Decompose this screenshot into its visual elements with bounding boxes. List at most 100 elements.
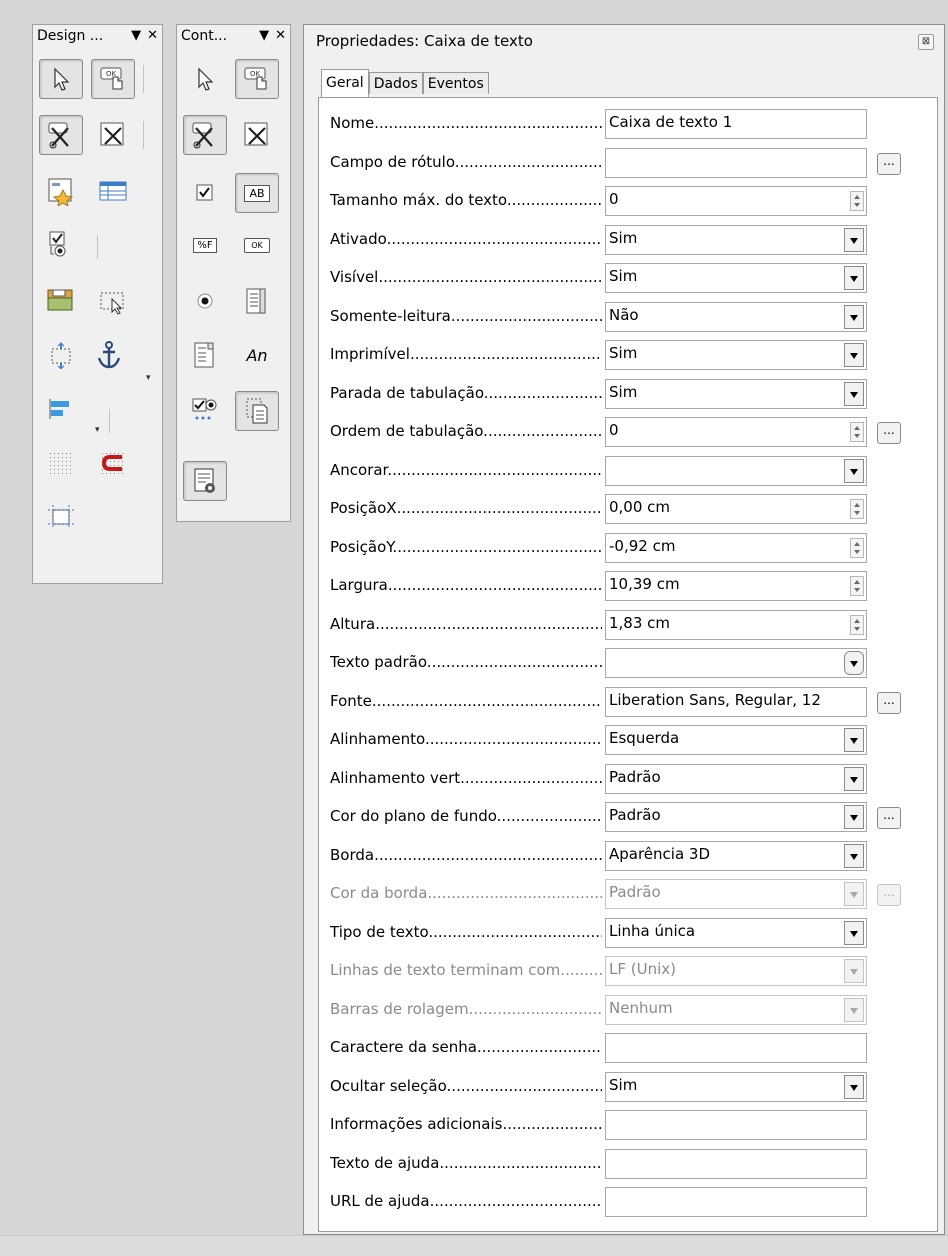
checkbox-button[interactable] xyxy=(183,173,227,213)
visible-select[interactable]: Sim xyxy=(605,263,867,293)
spin-arrows-icon[interactable] xyxy=(850,191,864,211)
width-stepper[interactable]: 10,39 cm xyxy=(605,571,867,601)
property-label: Texto de ajuda xyxy=(330,1154,602,1174)
form-design-button[interactable]: OK xyxy=(91,59,135,99)
form-navigator-button[interactable] xyxy=(91,171,135,211)
display-grid-button[interactable] xyxy=(39,443,83,483)
read-only-select[interactable]: Não xyxy=(605,301,867,332)
font-field[interactable]: Liberation Sans, Regular, 12 xyxy=(605,686,867,717)
chevron-down-icon[interactable] xyxy=(844,1074,864,1099)
spin-arrows-icon[interactable] xyxy=(850,614,864,635)
form-properties-button[interactable] xyxy=(39,171,83,211)
property-label: Ancorar xyxy=(330,461,602,481)
chevron-down-icon[interactable] xyxy=(844,458,864,483)
browse-button[interactable]: ... xyxy=(877,152,901,175)
spin-arrows-icon[interactable] xyxy=(850,422,864,442)
help-url-field[interactable] xyxy=(605,1187,867,1217)
select-button[interactable] xyxy=(39,59,83,99)
helplines-button[interactable] xyxy=(39,497,83,537)
toolbar-title-bar[interactable]: Design ... ▼ ✕ xyxy=(33,25,162,47)
vertical-alignment-select[interactable]: Padrão xyxy=(605,763,867,794)
position-x-stepper[interactable]: 0,00 cm xyxy=(605,494,867,524)
property-row: Caractere da senha xyxy=(319,1030,937,1066)
anchor-select[interactable] xyxy=(605,455,867,486)
chevron-down-icon[interactable] xyxy=(844,381,864,406)
form-controls-toolbar: Cont... ▼ ✕ OK AB %F OK An xyxy=(176,24,291,522)
chevron-down-icon[interactable] xyxy=(844,266,864,290)
label-field-button[interactable]: An xyxy=(235,335,279,375)
close-icon[interactable]: ✕ xyxy=(147,25,158,47)
additional-info-field[interactable] xyxy=(605,1110,867,1140)
list-box-button[interactable] xyxy=(235,281,279,321)
name-field[interactable]: Caixa de texto 1 xyxy=(605,109,867,139)
align-dropdown-icon[interactable]: ▾ xyxy=(95,425,100,435)
anchor-dropdown-icon[interactable]: ▾ xyxy=(146,373,151,383)
formatted-field-button[interactable]: %F xyxy=(183,225,227,265)
wizards-button[interactable] xyxy=(183,461,227,501)
position-size-button[interactable] xyxy=(39,335,83,375)
option-button-button[interactable] xyxy=(183,281,227,321)
property-label: Borda xyxy=(330,846,602,866)
push-button-button[interactable]: OK xyxy=(235,225,279,265)
combo-box-button[interactable] xyxy=(183,335,227,375)
tab-order-stepper[interactable]: 0 xyxy=(605,417,867,447)
browse-button[interactable]: ... xyxy=(877,691,901,714)
hide-selection-select[interactable]: Sim xyxy=(605,1071,867,1102)
open-design-mode-button[interactable] xyxy=(91,281,135,321)
chevron-down-icon[interactable] xyxy=(844,651,864,675)
max-text-length-stepper[interactable]: 0 xyxy=(605,186,867,216)
form-design-button[interactable]: OK xyxy=(235,59,279,99)
close-icon[interactable]: ✕ xyxy=(275,25,286,47)
tab-stop-select[interactable]: Sim xyxy=(605,378,867,409)
activation-order-icon xyxy=(49,231,66,257)
text-box-button[interactable]: AB xyxy=(235,173,279,213)
add-field-button[interactable] xyxy=(39,281,83,321)
chevron-down-icon[interactable] xyxy=(844,843,864,868)
default-text-field[interactable] xyxy=(605,648,867,678)
label-field-input[interactable] xyxy=(605,147,867,178)
toolbar-menu-icon[interactable]: ▼ xyxy=(131,25,141,47)
alignment-select[interactable]: Esquerda xyxy=(605,725,867,755)
align-button[interactable] xyxy=(39,389,83,429)
add-field-icon xyxy=(47,289,73,311)
spin-arrows-icon[interactable] xyxy=(850,576,864,596)
printable-select[interactable]: Sim xyxy=(605,340,867,370)
chevron-down-icon[interactable] xyxy=(844,343,864,367)
help-text-field[interactable] xyxy=(605,1148,867,1179)
tab-dados[interactable]: Dados xyxy=(368,72,423,94)
select-button[interactable] xyxy=(183,59,227,99)
more-controls-button[interactable] xyxy=(183,391,227,431)
chevron-down-icon[interactable] xyxy=(844,304,864,329)
tab-eventos[interactable]: Eventos xyxy=(422,72,489,94)
border-select[interactable]: Aparência 3D xyxy=(605,840,867,871)
form-design-tool-button[interactable] xyxy=(235,391,279,431)
chevron-down-icon[interactable] xyxy=(844,728,864,752)
position-y-stepper[interactable]: -0,92 cm xyxy=(605,532,867,563)
password-char-field[interactable] xyxy=(605,1033,867,1063)
chevron-down-icon[interactable] xyxy=(844,805,864,829)
activation-order-button[interactable] xyxy=(39,225,83,265)
height-stepper[interactable]: 1,83 cm xyxy=(605,609,867,640)
design-mode-button[interactable] xyxy=(183,115,227,155)
browse-button[interactable]: ... xyxy=(877,807,901,829)
chevron-down-icon[interactable] xyxy=(844,920,864,945)
toolbar-menu-icon[interactable]: ▼ xyxy=(259,25,269,47)
chevron-down-icon[interactable] xyxy=(844,227,864,252)
spin-arrows-icon[interactable] xyxy=(850,537,864,558)
toolbar-title-bar[interactable]: Cont... ▼ ✕ xyxy=(177,25,290,47)
control-properties-button[interactable] xyxy=(235,115,279,155)
enabled-select[interactable]: Sim xyxy=(605,224,867,255)
text-type-select[interactable]: Linha única xyxy=(605,917,867,948)
snap-to-grid-button[interactable] xyxy=(91,443,135,483)
design-mode-button[interactable] xyxy=(39,115,83,155)
property-label: URL de ajuda xyxy=(330,1192,602,1212)
anchor-button[interactable] xyxy=(87,335,131,375)
close-icon[interactable]: ⊠ xyxy=(918,34,934,50)
browse-button[interactable]: ... xyxy=(877,422,901,444)
chevron-down-icon[interactable] xyxy=(844,766,864,791)
spin-arrows-icon[interactable] xyxy=(850,499,864,519)
control-properties-button[interactable] xyxy=(91,115,135,155)
background-color-select[interactable]: Padrão xyxy=(605,802,867,832)
snap-to-grid-icon xyxy=(101,452,125,474)
tab-geral[interactable]: Geral xyxy=(321,69,369,97)
